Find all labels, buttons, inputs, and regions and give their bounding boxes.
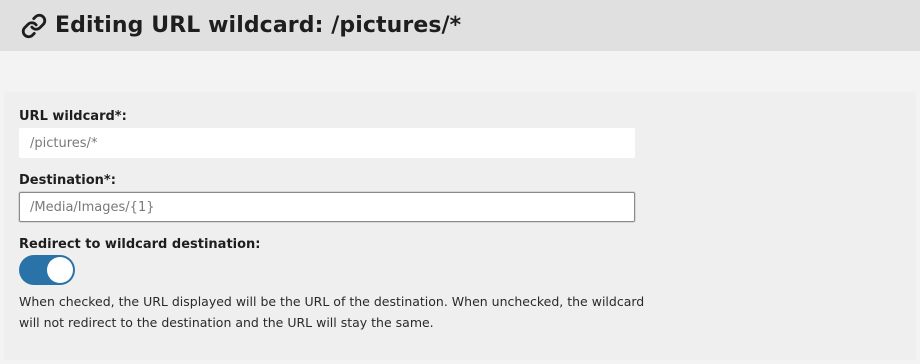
toggle-knob bbox=[47, 257, 73, 283]
page-header: Editing URL wildcard: /pictures/* bbox=[0, 0, 920, 51]
redirect-toggle[interactable] bbox=[19, 255, 75, 285]
redirect-label: Redirect to wildcard destination: bbox=[19, 237, 261, 252]
destination-label: Destination*: bbox=[19, 173, 116, 188]
destination-input[interactable] bbox=[19, 192, 635, 222]
redirect-help-text: When checked, the URL displayed will be … bbox=[19, 294, 645, 330]
page-title: Editing URL wildcard: /pictures/* bbox=[55, 13, 462, 38]
url-wildcard-input[interactable] bbox=[19, 128, 635, 158]
url-wildcard-label: URL wildcard*: bbox=[19, 109, 127, 124]
link-icon bbox=[20, 12, 48, 40]
